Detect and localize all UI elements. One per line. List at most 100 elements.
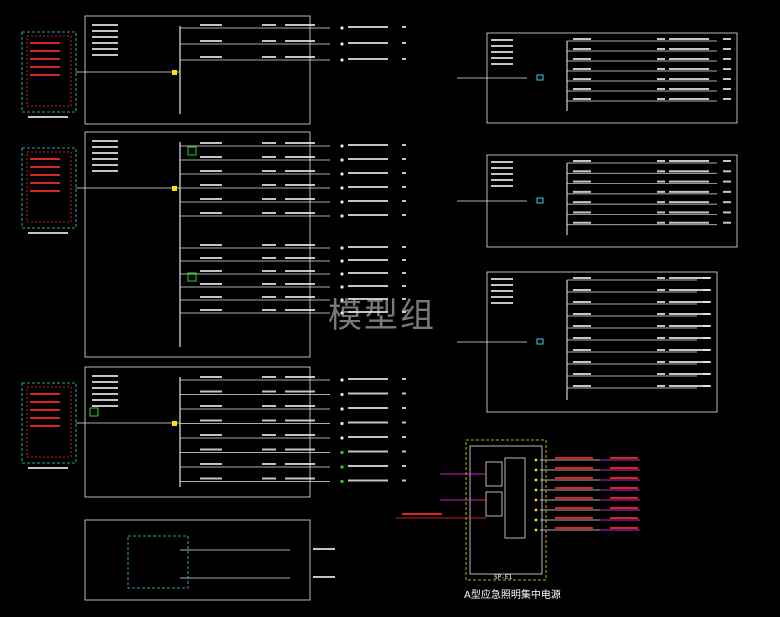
panel-3-load-dot	[340, 421, 344, 426]
panel-r1-circuit-id	[657, 38, 665, 40]
panel-4-ats-box	[127, 535, 189, 589]
panel-r1-circuit-id	[657, 68, 665, 70]
emergency-box-inner	[469, 445, 543, 575]
emergency-module-1	[485, 461, 503, 487]
panel-r2-header-text	[491, 161, 513, 163]
panel-r3-header-text	[491, 284, 513, 286]
panel-r2-load-text	[723, 160, 731, 162]
panel-3-load-dot	[340, 378, 344, 382]
panel-r1-cable-text	[669, 58, 709, 60]
panel-r2-cable-text	[669, 201, 709, 204]
panel-1-cable-text	[285, 40, 315, 42]
emergency-output-text	[555, 507, 593, 509]
panel-2-circuit-id	[262, 212, 276, 214]
panel-1-source-text	[30, 50, 60, 52]
panel-r3-header-text	[491, 278, 513, 280]
panel-1-load-kw	[402, 42, 406, 44]
panel-3-load-kw	[402, 479, 406, 482]
panel-3-header-text	[92, 405, 118, 407]
panel-r3-breaker-text	[573, 337, 591, 339]
panel-2b-load-kw	[402, 285, 406, 287]
panel-r3-circuit-id	[657, 361, 665, 363]
panel-r1-cable-text	[669, 68, 709, 70]
green-indicator	[187, 146, 197, 156]
panel-r3-load-text	[703, 361, 711, 363]
panel-2b-breaker-text	[200, 283, 222, 285]
panel-r2-cable-text	[669, 180, 709, 183]
panel-r2-circuit-id	[657, 211, 665, 214]
panel-r1-cable-text	[669, 88, 709, 90]
panel-2b-circuit-id	[262, 270, 276, 272]
panel-r1-load-text	[723, 78, 731, 80]
panel-r1-breaker-text	[573, 68, 591, 70]
panel-r2-breaker-text	[573, 211, 591, 214]
panel-r3-circuit-id	[657, 373, 665, 375]
panel-2b-load-dot	[340, 246, 344, 250]
panel-2-load-dot	[340, 172, 344, 176]
panel-2b-breaker-text	[200, 309, 222, 311]
panel-1-header-text	[92, 24, 118, 26]
panel-1-cable-text	[285, 56, 315, 58]
panel-1-load-text	[348, 58, 388, 60]
panel-3-cable-text	[285, 390, 315, 393]
emergency-output-dot	[534, 488, 538, 492]
panel-r3-load-text	[703, 349, 711, 351]
panel-r2-circuit-id	[657, 201, 665, 204]
panel-r3-load-text	[703, 301, 711, 303]
panel-2b-load-text	[348, 259, 388, 261]
emergency-load-text	[610, 477, 638, 479]
panel-2-circuit-id	[262, 142, 276, 144]
panel-r2-meter	[536, 197, 544, 204]
emergency-output-dot	[534, 478, 538, 482]
emergency-load-text	[610, 517, 638, 519]
panel-2-breaker-text	[200, 142, 222, 144]
panel-1-circuit-id	[262, 24, 276, 26]
panel-r3-breaker-text	[573, 373, 591, 375]
panel-3-cable-text	[285, 419, 315, 422]
panel-3-cable-text	[285, 477, 315, 480]
panel-r3-circuit-id	[657, 289, 665, 291]
panel-r1-load-text	[723, 88, 731, 90]
panel-2-circuit-id	[262, 170, 276, 172]
watermark: 模型组	[328, 296, 436, 336]
panel-3-cable-text	[285, 376, 315, 378]
panel-1-header-text	[92, 30, 118, 32]
panel-r1-circuit-id	[657, 48, 665, 50]
panel-1-load-kw	[402, 26, 406, 28]
panel-2b-cable-text	[285, 309, 315, 311]
panel-r3-load-text	[703, 337, 711, 339]
emergency-box-outer	[465, 439, 547, 581]
panel-1-load-dot	[340, 58, 344, 62]
panel-r2-breaker-text	[573, 190, 591, 193]
panel-r2-breaker-text	[573, 160, 591, 162]
panel-r2-load-text	[723, 211, 731, 214]
panel-2b-load-dot	[340, 272, 344, 276]
panel-r2-header-text	[491, 173, 513, 175]
panel-r2-cable-text	[669, 190, 709, 193]
emergency-output-text	[555, 477, 593, 479]
panel-3-circuit-id	[262, 390, 276, 393]
panel-3-source-text	[30, 409, 60, 411]
panel-1-load-text	[348, 42, 388, 44]
panel-3-header-text	[92, 387, 118, 389]
panel-r1-header-text	[491, 63, 513, 65]
panel-3-load-kw	[402, 436, 406, 438]
emergency-output-dot	[534, 468, 538, 472]
panel-2-breaker-text	[200, 198, 222, 200]
panel-2-frame	[84, 131, 311, 358]
panel-r1-circuit-id	[657, 88, 665, 90]
panel-3-source-text	[30, 393, 60, 395]
panel-3-load-text	[348, 392, 388, 395]
panel-3-load-dot	[340, 450, 344, 455]
panel-2b-cable-text	[285, 257, 315, 259]
panel-1-load-dot	[340, 42, 344, 46]
panel-r1-load-text	[723, 98, 731, 100]
panel-3-breaker-text	[200, 434, 222, 436]
panel-1-header-text	[92, 48, 118, 50]
panel-r2-cable-text	[669, 170, 709, 173]
emergency-output-text	[555, 457, 593, 459]
panel-1-source-box	[26, 35, 72, 107]
emergency-output-text	[555, 527, 593, 529]
panel-3-load-text	[348, 421, 388, 424]
panel-2-load-kw	[402, 200, 406, 202]
